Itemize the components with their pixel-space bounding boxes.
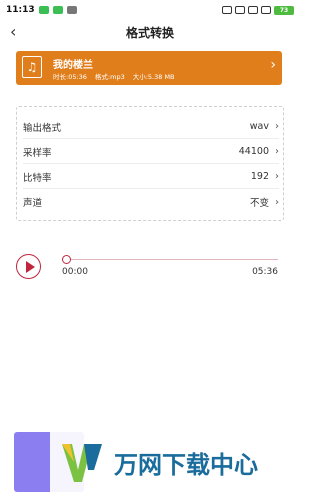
play-button[interactable] xyxy=(16,254,41,279)
play-icon xyxy=(25,260,35,273)
chevron-right-icon: › xyxy=(275,171,279,182)
watermark-logo-icon xyxy=(56,437,108,489)
setting-row-bitrate[interactable]: 比特率 192 › xyxy=(23,165,279,189)
setting-row-channel[interactable]: 声道 不变 › xyxy=(23,190,279,214)
setting-value: 44100 xyxy=(238,146,269,157)
status-bar: 11:13 73 xyxy=(0,0,300,20)
status-right: 73 xyxy=(222,5,294,15)
setting-label: 比特率 xyxy=(23,172,52,184)
chevron-right-icon: › xyxy=(275,196,279,208)
file-card[interactable]: ♫ 我的楼兰 时长:05:36 格式:mp3 大小:5.38 MB › xyxy=(16,51,282,85)
chevron-right-icon: › xyxy=(270,57,276,73)
chevron-right-icon: › xyxy=(275,146,279,157)
setting-value: wav xyxy=(249,121,269,132)
screen: 11:13 73 ‹ 格式转换 ♫ 我的楼兰 时长:05:36 格式:mp3 大… xyxy=(0,0,300,500)
chevron-right-icon: › xyxy=(275,121,279,132)
setting-row-output-format[interactable]: 输出格式 wav › xyxy=(23,115,279,139)
watermark-text: 万网下载中心 xyxy=(114,451,258,479)
signal-icon xyxy=(261,6,271,14)
setting-value: 192 xyxy=(250,171,269,182)
progress-track[interactable] xyxy=(62,259,278,260)
message-notification-icon xyxy=(52,6,63,14)
header: ‹ 格式转换 xyxy=(0,20,300,44)
watermark: 万网下载中心 xyxy=(50,425,300,500)
music-note-icon: ♫ xyxy=(22,56,42,78)
status-left: 11:13 xyxy=(6,5,77,15)
battery-icon: 73 xyxy=(274,5,294,15)
setting-label: 输出格式 xyxy=(23,122,62,134)
page-title: 格式转换 xyxy=(125,25,174,40)
file-duration: 时长:05:36 xyxy=(53,73,87,81)
total-time: 05:36 xyxy=(252,267,278,277)
file-format: 格式:mp3 xyxy=(94,73,125,81)
file-name: 我的楼兰 xyxy=(53,60,93,71)
current-time: 00:00 xyxy=(62,267,88,277)
setting-value: 不变 xyxy=(249,198,269,209)
alarm-icon xyxy=(235,6,245,14)
wifi-icon xyxy=(248,6,258,14)
file-meta: 时长:05:36 格式:mp3 大小:5.38 MB xyxy=(53,71,175,81)
progress-thumb[interactable] xyxy=(62,255,71,264)
wechat-notification-icon xyxy=(38,6,49,14)
setting-label: 采样率 xyxy=(23,147,52,159)
vibrate-icon xyxy=(222,6,232,14)
file-size: 大小:5.38 MB xyxy=(132,73,175,81)
setting-label: 声道 xyxy=(23,198,43,209)
app-notification-icon xyxy=(66,6,77,14)
back-arrow-icon[interactable]: ‹ xyxy=(10,22,16,41)
status-time: 11:13 xyxy=(6,5,35,15)
settings-panel: 输出格式 wav › 采样率 44100 › 比特率 192 › 声道 不变 › xyxy=(16,106,284,221)
setting-row-sample-rate[interactable]: 采样率 44100 › xyxy=(23,140,279,164)
